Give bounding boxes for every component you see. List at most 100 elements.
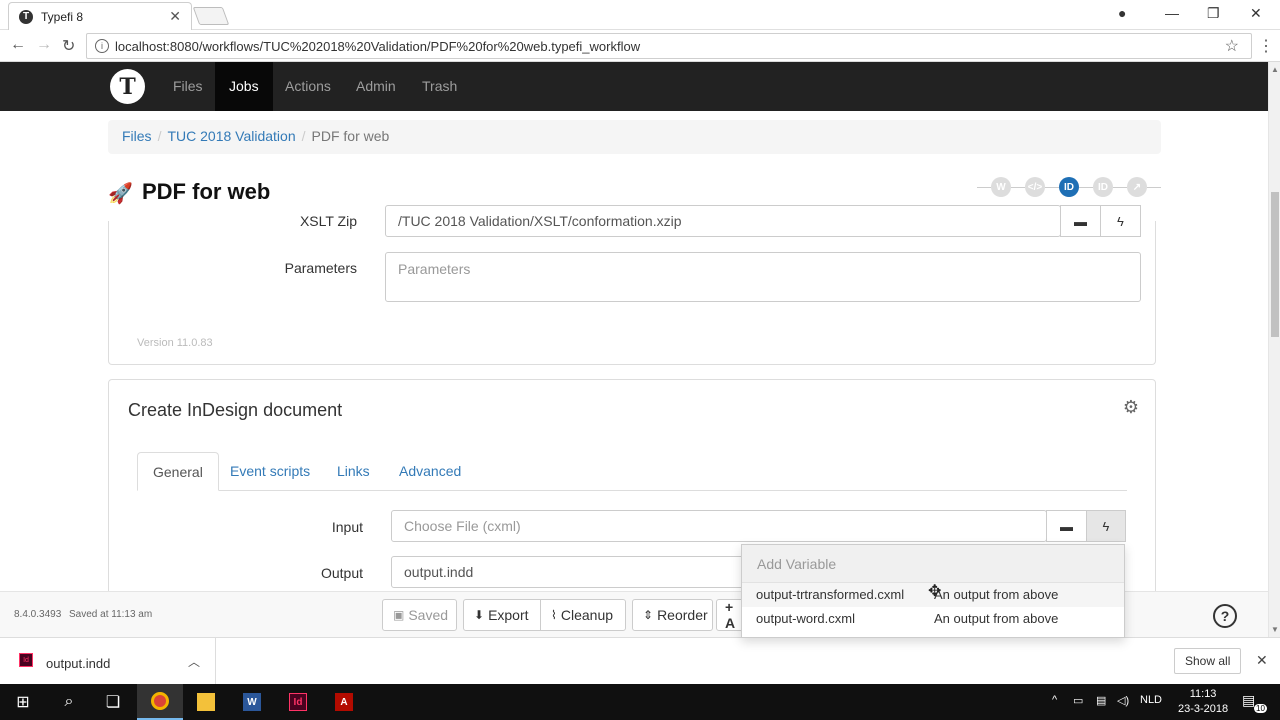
clock-time: 11:13 <box>1189 688 1217 700</box>
action-version: Version 11.0.83 <box>137 337 213 349</box>
download-item[interactable]: Id output.indd ︿ <box>0 638 216 684</box>
panel-title: Create InDesign document <box>128 400 343 420</box>
move-cursor-icon: ✥ <box>928 583 942 600</box>
show-all-button[interactable]: Show all <box>1174 648 1242 674</box>
cleanup-button[interactable]: ⌇ Cleanup <box>540 599 626 631</box>
word-icon[interactable]: W <box>229 684 275 720</box>
battery-icon[interactable]: ▭ <box>1073 694 1083 707</box>
search-icon[interactable]: ⌕ <box>46 684 92 720</box>
close-tab-icon[interactable]: ✕ <box>169 8 181 25</box>
browse-folder-icon[interactable]: ▬ <box>1046 510 1087 542</box>
rocket-icon: 🚀 <box>108 183 133 205</box>
typefi-logo[interactable]: T <box>110 69 145 104</box>
browser-tab[interactable]: T Typefi 8 ✕ <box>8 2 192 30</box>
info-icon[interactable]: i <box>95 39 109 53</box>
xslt-panel: XSLT Zip /TUC 2018 Validation/XSLT/confo… <box>108 205 1156 365</box>
windows-taskbar: ⊞ ⌕ ❏ W Id A ^ ▭ ▤ ◁) NLD 11:13 23-3-201… <box>0 684 1280 720</box>
list-item[interactable]: output-word.cxml An output from above <box>742 607 1124 631</box>
tab-event-scripts[interactable]: Event scripts <box>215 452 325 491</box>
indesign-icon[interactable]: Id <box>275 684 321 720</box>
step-word-icon[interactable]: W <box>991 177 1011 197</box>
typefi-favicon-icon: T <box>19 9 33 24</box>
input-language[interactable]: NLD <box>1140 694 1162 706</box>
page-scrollbar[interactable]: ▲ ▼ <box>1268 62 1280 637</box>
scroll-up-icon[interactable]: ▲ <box>1271 65 1279 74</box>
bookmark-star-icon[interactable]: ☆ <box>1225 36 1239 56</box>
clock-date: 23-3-2018 <box>1178 703 1229 715</box>
sort-icon: ⇕ <box>643 608 654 622</box>
app-navbar: T Files Jobs Actions Admin Trash <box>0 62 1268 111</box>
output-field[interactable]: output.indd <box>391 556 791 588</box>
variable-bolt-icon[interactable]: ϟ <box>1086 510 1126 542</box>
show-hidden-icons-icon[interactable]: ^ <box>1052 694 1057 706</box>
reorder-button[interactable]: ⇕ Reorder <box>632 599 713 631</box>
page-title: PDF for web <box>142 179 271 204</box>
input-label: Input <box>331 519 363 535</box>
close-icon[interactable]: ✕ <box>1256 652 1268 669</box>
url-text: localhost:8080/workflows/TUC%202018%20Va… <box>115 38 641 54</box>
breadcrumb-folder[interactable]: TUC 2018 Validation <box>167 128 295 144</box>
url-field[interactable]: i localhost:8080/workflows/TUC%202018%20… <box>86 33 1252 59</box>
nav-jobs[interactable]: Jobs <box>215 62 273 111</box>
browser-menu-icon[interactable]: ⋮ <box>1258 36 1274 56</box>
browser-tabstrip: T Typefi 8 ✕ ● — ❐ ✕ <box>0 0 1280 30</box>
back-icon[interactable]: ← <box>10 36 26 54</box>
help-icon[interactable]: ? <box>1213 604 1237 628</box>
breadcrumb-current: PDF for web <box>311 128 390 144</box>
xslt-zip-label: XSLT Zip <box>299 213 357 229</box>
tab-advanced[interactable]: Advanced <box>384 452 476 491</box>
file-explorer-icon[interactable] <box>183 684 229 720</box>
network-icon[interactable]: ▤ <box>1096 694 1106 707</box>
minimize-icon[interactable]: — <box>1165 5 1179 21</box>
acrobat-icon[interactable]: A <box>321 684 367 720</box>
broom-icon: ⌇ <box>551 608 557 622</box>
step-indesign-icon[interactable]: ID <box>1059 177 1079 197</box>
chevron-up-icon[interactable]: ︿ <box>188 653 200 670</box>
step-export-icon[interactable]: ↗ <box>1127 177 1147 197</box>
page-header: 🚀 PDF for web W </> ID ID ↗ <box>108 173 1161 209</box>
taskbar-clock[interactable]: 11:13 23-3-2018 <box>1178 687 1228 717</box>
dropdown-header: Add Variable <box>742 545 1124 583</box>
tab-general[interactable]: General <box>137 452 219 491</box>
variable-desc: An output from above <box>934 611 1059 626</box>
workflow-steps: W </> ID ID ↗ <box>977 177 1161 197</box>
export-button[interactable]: ⬇ Export <box>463 599 541 631</box>
address-bar: ← → ↻ i localhost:8080/workflows/TUC%202… <box>0 30 1280 62</box>
xslt-zip-field[interactable]: /TUC 2018 Validation/XSLT/conformation.x… <box>385 205 1061 237</box>
step-indesign-export-icon[interactable]: ID <box>1093 177 1113 197</box>
nav-trash[interactable]: Trash <box>408 62 471 111</box>
volume-icon[interactable]: ◁) <box>1117 694 1129 707</box>
browse-folder-icon[interactable]: ▬ <box>1060 205 1101 237</box>
chrome-icon[interactable] <box>137 684 183 720</box>
forward-icon[interactable]: → <box>36 36 52 54</box>
download-filename: output.indd <box>46 656 111 671</box>
reload-icon[interactable]: ↻ <box>62 36 75 56</box>
breadcrumb: Files / TUC 2018 Validation / PDF for web <box>108 120 1161 154</box>
restore-icon[interactable]: ❐ <box>1207 5 1220 22</box>
new-tab-button[interactable] <box>192 7 230 25</box>
profile-icon[interactable]: ● <box>1118 5 1126 21</box>
main-content: Files / TUC 2018 Validation / PDF for web 🚀 … <box>0 111 1268 591</box>
task-view-icon[interactable]: ❏ <box>90 684 136 720</box>
browser-tab-title: Typefi 8 <box>41 9 84 24</box>
close-window-icon[interactable]: ✕ <box>1250 5 1262 22</box>
app-version: 8.4.0.3493 <box>14 609 62 620</box>
scroll-down-icon[interactable]: ▼ <box>1271 625 1279 634</box>
parameters-textarea[interactable]: Parameters <box>385 252 1141 302</box>
variable-name: output-word.cxml <box>756 611 855 626</box>
tab-links[interactable]: Links <box>322 452 385 491</box>
panel-tabs: General Event scripts Links Advanced <box>137 452 1127 491</box>
step-xslt-icon[interactable]: </> <box>1025 177 1045 197</box>
saved-button[interactable]: ▣ Saved <box>382 599 457 631</box>
breadcrumb-files[interactable]: Files <box>122 128 152 144</box>
scrollbar-thumb[interactable] <box>1271 192 1279 337</box>
indesign-file-icon: Id <box>19 653 33 667</box>
nav-admin[interactable]: Admin <box>342 62 410 111</box>
windows-start-icon[interactable]: ⊞ <box>0 684 46 720</box>
nav-actions[interactable]: Actions <box>271 62 345 111</box>
notification-count: 10 <box>1254 704 1267 713</box>
nav-files[interactable]: Files <box>159 62 217 111</box>
variable-bolt-icon[interactable]: ϟ <box>1100 205 1141 237</box>
gear-icon[interactable]: ⚙ <box>1123 397 1139 418</box>
input-file-field[interactable]: Choose File (cxml) <box>391 510 1047 542</box>
